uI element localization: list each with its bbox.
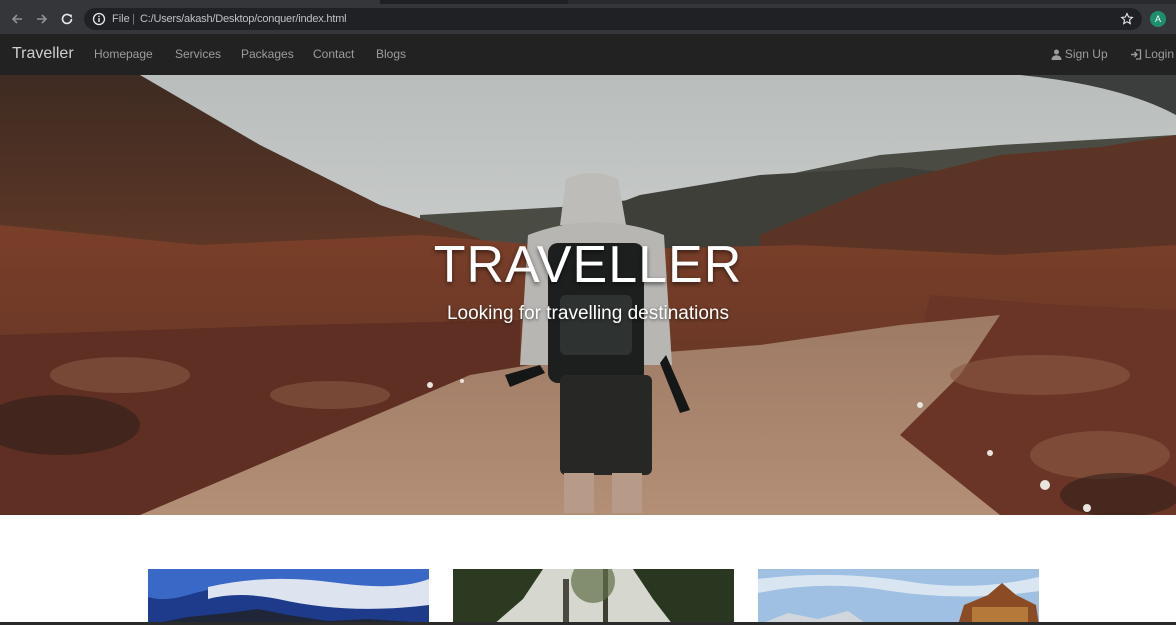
destination-cards [148, 569, 1040, 625]
login-link[interactable]: Login [1130, 47, 1174, 62]
login-label: Login [1144, 47, 1174, 61]
url-scheme-label: File [112, 13, 130, 25]
nav-link-blogs[interactable]: Blogs [376, 47, 406, 62]
url-text[interactable]: C:/Users/akash/Desktop/conquer/index.htm… [140, 12, 347, 26]
signup-label: Sign Up [1064, 47, 1108, 61]
brand-logo[interactable]: Traveller [12, 44, 74, 64]
temple-rooftop-photo [758, 569, 1039, 625]
hero-background-photo [0, 75, 1176, 515]
nav-link-homepage[interactable]: Homepage [94, 47, 175, 62]
address-bar[interactable]: File | C:/Users/akash/Desktop/conquer/in… [84, 8, 1142, 30]
profile-avatar[interactable]: A [1150, 11, 1166, 27]
nav-link-contact[interactable]: Contact [313, 47, 376, 62]
hero-subtitle: Looking for travelling destinations [446, 303, 729, 324]
forest-trees-photo [453, 569, 734, 625]
login-icon [1130, 49, 1141, 60]
browser-toolbar: File | C:/Users/akash/Desktop/conquer/in… [0, 4, 1176, 34]
hero-banner: TRAVELLER Looking for travelling destina… [0, 75, 1176, 515]
back-icon[interactable] [9, 11, 25, 27]
forward-icon[interactable] [34, 11, 50, 27]
nav-account-links: Sign Up Login [1051, 47, 1174, 62]
site-navbar: Traveller Homepage Services Packages Con… [0, 34, 1176, 75]
user-icon [1051, 49, 1062, 60]
reload-icon[interactable] [59, 11, 75, 27]
hero-title: TRAVELLER [433, 236, 743, 294]
nav-link-packages[interactable]: Packages [241, 47, 313, 62]
nav-link-services[interactable]: Services [175, 47, 241, 62]
url-separator: | [132, 13, 135, 25]
info-icon[interactable] [92, 12, 106, 26]
signup-link[interactable]: Sign Up [1051, 47, 1108, 62]
nav-links: Homepage Services Packages Contact Blogs [94, 47, 406, 62]
destination-card[interactable] [453, 569, 734, 625]
mountain-sky-photo [148, 569, 429, 625]
destination-card[interactable] [758, 569, 1039, 625]
star-icon[interactable] [1120, 12, 1134, 26]
destination-card[interactable] [148, 569, 429, 625]
